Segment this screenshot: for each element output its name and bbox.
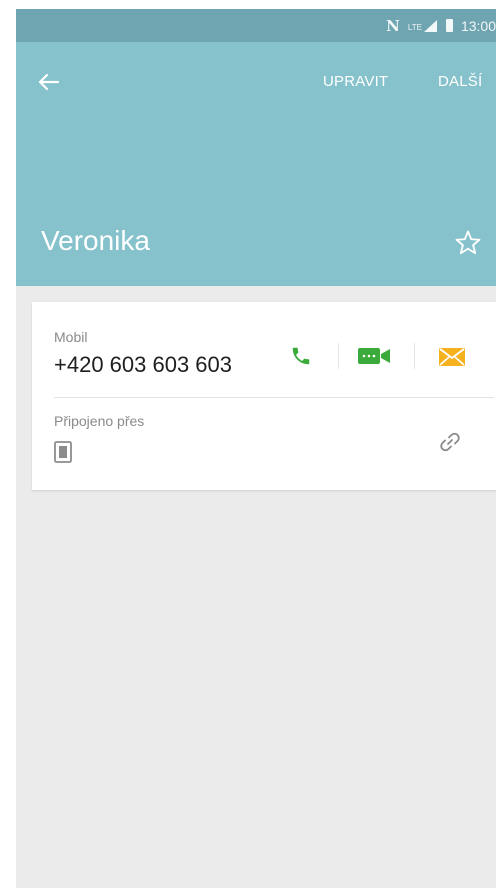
contact-detail-screen: N LTE 13:00 UPRAVIT DALŠÍ Veronika Mobil xyxy=(16,9,496,888)
back-button[interactable] xyxy=(34,67,64,97)
status-time: 13:00 xyxy=(460,17,496,34)
message-button[interactable] xyxy=(432,337,472,377)
call-button[interactable] xyxy=(281,336,321,376)
linked-via-label: Připojeno přes xyxy=(54,413,145,429)
phone-number: +420 603 603 603 xyxy=(54,352,233,377)
star-outline-icon xyxy=(455,230,481,255)
lte-signal-icon: LTE xyxy=(407,19,438,32)
action-divider xyxy=(414,343,415,369)
arrow-left-icon xyxy=(38,73,60,91)
status-bar: N LTE 13:00 xyxy=(16,9,496,42)
phone-type-label: Mobil xyxy=(54,329,88,345)
nfc-icon: N xyxy=(386,16,400,35)
phone-icon xyxy=(292,347,310,365)
device-storage-icon xyxy=(54,441,72,463)
linked-contacts-row[interactable]: Připojeno přes xyxy=(32,398,496,490)
favorite-button[interactable] xyxy=(453,228,483,258)
contact-info-card: Mobil +420 603 603 603 Připojeno přes xyxy=(32,302,496,490)
more-button[interactable]: DALŠÍ xyxy=(438,73,482,90)
battery-icon xyxy=(445,19,453,32)
status-icons: N LTE 13:00 xyxy=(386,9,496,42)
video-call-button[interactable] xyxy=(354,336,394,376)
envelope-icon xyxy=(439,348,465,366)
action-divider xyxy=(338,343,339,369)
edit-button[interactable]: UPRAVIT xyxy=(323,73,388,90)
link-contacts-button[interactable] xyxy=(430,422,470,462)
link-icon xyxy=(440,432,460,452)
contact-header: UPRAVIT DALŠÍ Veronika xyxy=(16,42,496,286)
contact-name: Veronika xyxy=(41,225,150,256)
phone-row[interactable]: Mobil +420 603 603 603 xyxy=(32,302,496,397)
video-icon xyxy=(358,348,390,364)
network-type-label: LTE xyxy=(407,22,422,32)
